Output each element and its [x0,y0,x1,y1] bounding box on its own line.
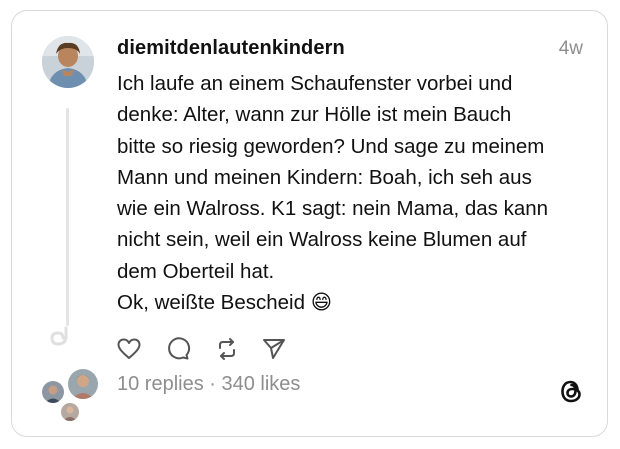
comment-icon[interactable] [165,336,191,362]
post-text: Ich laufe an einem Schaufenster vorbei u… [117,68,597,318]
thread-loop-icon [49,326,71,348]
post-stats[interactable]: 10 replies · 340 likes [117,373,300,396]
username[interactable]: diemitdenlautenkindern [117,37,345,60]
post-time: 4w [558,38,583,59]
post-text-line: denke: Alter, wann zur Hölle ist mein Ba… [117,103,512,127]
heart-icon[interactable] [116,336,142,362]
post-text-line: nicht sein, weil ein Walross keine Blume… [117,228,527,252]
post-text-line: wie ein Walross. K1 sagt: nein Mama, das… [117,197,549,221]
post-text-line: Ok, weißte Bescheid 😄 [117,291,333,315]
replier-avatar[interactable] [40,379,66,405]
thread-line [66,108,69,326]
post-text-line: Mann und meinen Kindern: Boah, ich seh a… [117,165,532,189]
author-avatar[interactable] [42,36,94,88]
threads-logo-icon[interactable] [557,376,585,406]
send-icon[interactable] [261,336,287,362]
replier-avatar[interactable] [66,367,100,401]
post-text-line: dem Oberteil hat. [117,259,275,283]
post-text-line: Ich laufe an einem Schaufenster vorbei u… [117,72,513,95]
replier-avatar[interactable] [59,401,81,423]
post-text-line: bitte so riesig geworden? Und sage zu me… [117,134,545,158]
repost-icon[interactable] [214,336,240,362]
